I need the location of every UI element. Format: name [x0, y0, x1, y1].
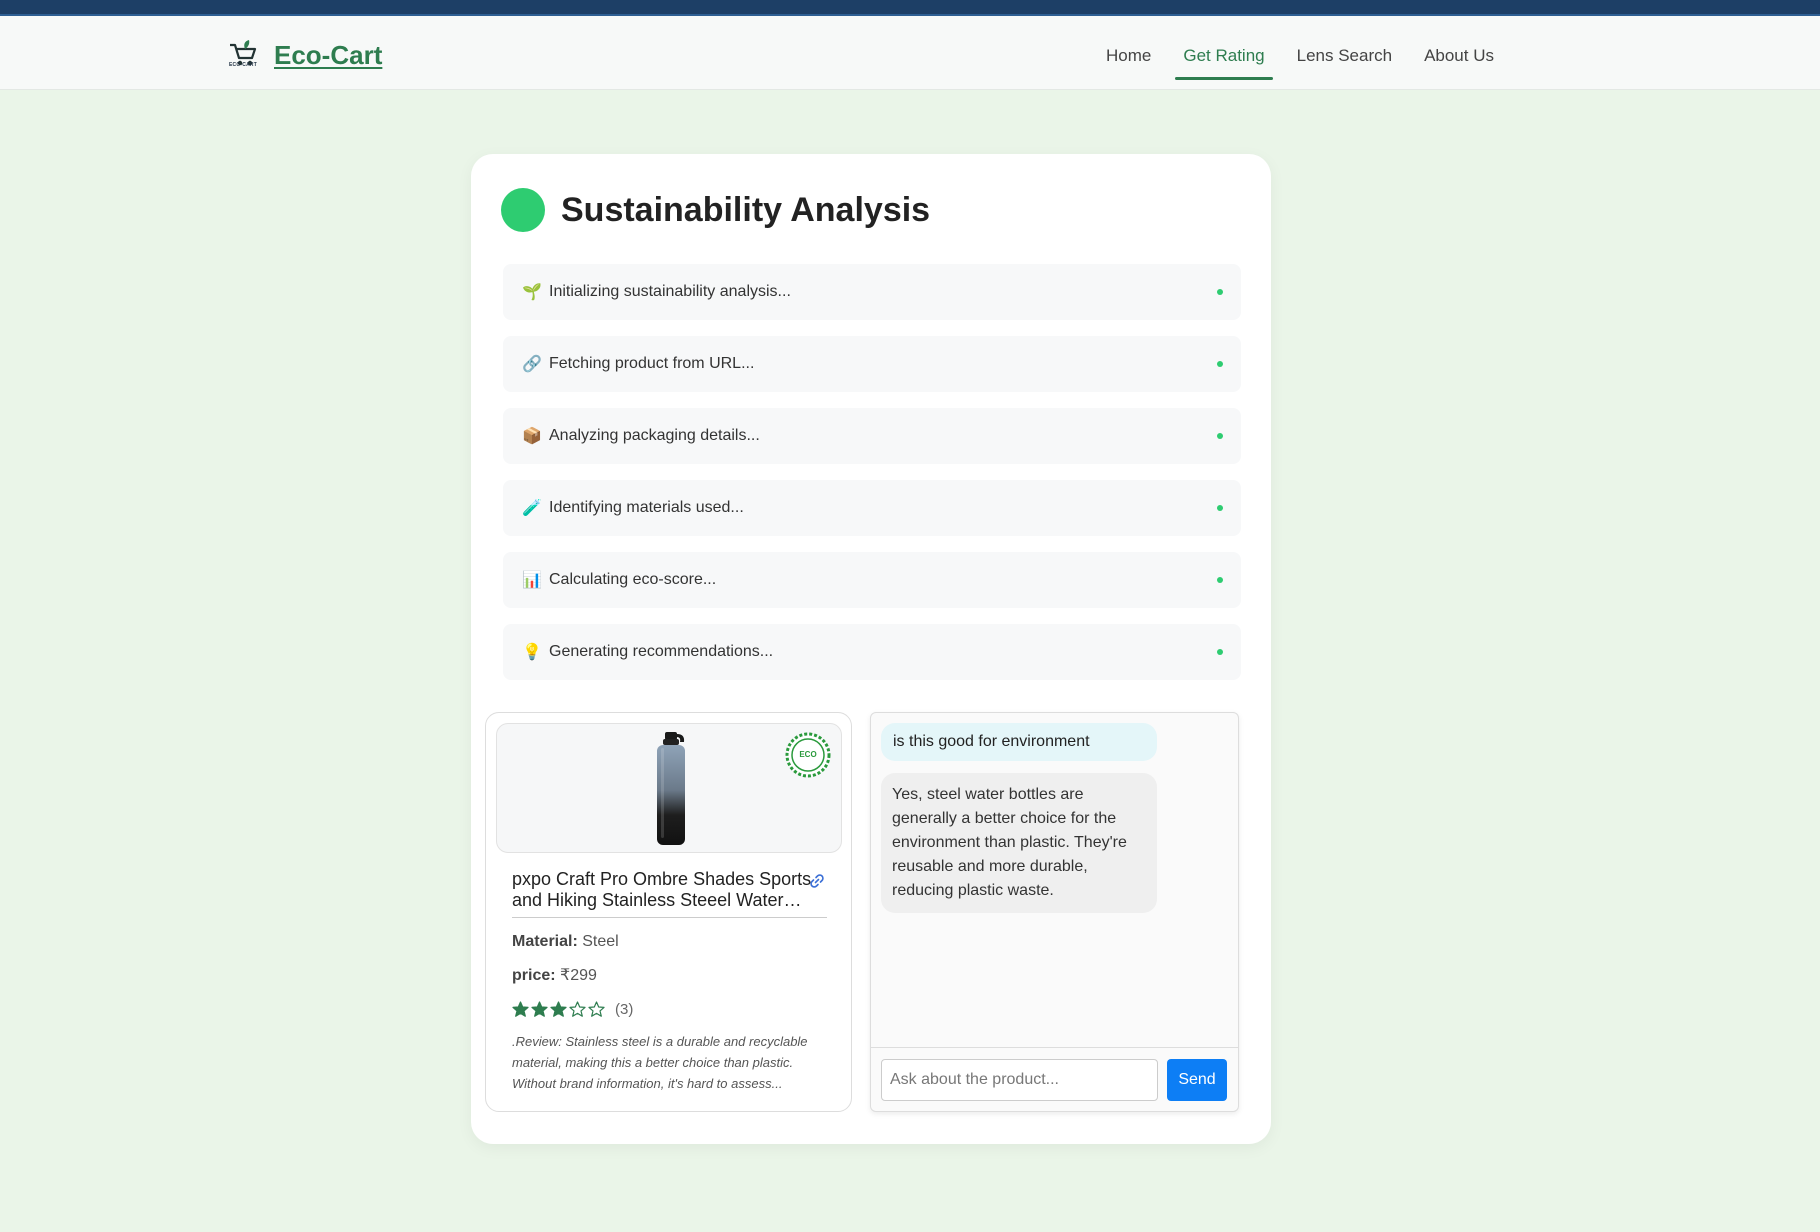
step-status-dot — [1217, 361, 1223, 367]
browser-top-strip — [0, 0, 1820, 16]
product-image: ECO — [496, 723, 842, 853]
status-indicator-icon — [501, 188, 545, 232]
nav-home[interactable]: Home — [1090, 32, 1167, 80]
navbar: ECO-CART Eco-Cart Home Get Rating Lens S… — [0, 16, 1820, 90]
brand-name-link[interactable]: Eco-Cart — [274, 40, 382, 71]
analysis-steps: 🌱 Initializing sustainability analysis..… — [503, 264, 1241, 696]
star-filled-icon — [550, 1001, 567, 1017]
step-label: Fetching product from URL... — [549, 355, 755, 372]
package-icon: 📦 — [522, 428, 542, 445]
star-filled-icon — [531, 1001, 548, 1017]
star-empty-icon — [588, 1001, 605, 1017]
nav-get-rating[interactable]: Get Rating — [1167, 32, 1280, 80]
step-initializing: 🌱 Initializing sustainability analysis..… — [503, 264, 1241, 320]
cart-logo-icon: ECO-CART — [226, 38, 260, 72]
product-card: ECO pxpo Craft Pro Ombre Shades Sports a… — [485, 712, 852, 1112]
star-filled-icon — [512, 1001, 529, 1017]
step-label: Initializing sustainability analysis... — [549, 283, 791, 300]
link-icon: 🔗 — [522, 356, 542, 373]
eco-badge-icon: ECO — [785, 732, 831, 778]
logo-text: ECO-CART — [229, 62, 257, 68]
nav-about-us[interactable]: About Us — [1408, 32, 1510, 80]
step-status-dot — [1217, 577, 1223, 583]
product-title: pxpo Craft Pro Ombre Shades Sports and H… — [512, 869, 812, 910]
price-label: price: — [512, 967, 556, 984]
step-status-dot — [1217, 505, 1223, 511]
step-label: Generating recommendations... — [549, 643, 774, 660]
brand[interactable]: ECO-CART Eco-Cart — [226, 38, 382, 72]
step-label: Analyzing packaging details... — [549, 427, 760, 444]
chat-panel: is this good for environment Yes, steel … — [870, 712, 1239, 1112]
send-button[interactable]: Send — [1167, 1059, 1227, 1101]
step-label: Identifying materials used... — [549, 499, 744, 516]
nav-lens-search[interactable]: Lens Search — [1281, 32, 1408, 80]
star-empty-icon — [569, 1001, 586, 1017]
chat-input[interactable] — [881, 1059, 1158, 1101]
step-status-dot — [1217, 289, 1223, 295]
divider — [512, 917, 827, 918]
material-value: Steel — [577, 933, 619, 950]
step-materials: 🧪 Identifying materials used... — [503, 480, 1241, 536]
rating-count: (3) — [615, 1001, 634, 1018]
analysis-header: Sustainability Analysis — [501, 188, 930, 232]
bot-message: Yes, steel water bottles are generally a… — [881, 773, 1157, 913]
main-nav: Home Get Rating Lens Search About Us — [1090, 32, 1510, 80]
star-rating: (3) — [512, 1001, 633, 1018]
product-price: price: ₹299 — [512, 965, 597, 985]
step-label: Calculating eco-score... — [549, 571, 717, 588]
step-fetching: 🔗 Fetching product from URL... — [503, 336, 1241, 392]
step-status-dot — [1217, 433, 1223, 439]
external-link-icon[interactable] — [809, 873, 825, 889]
seedling-icon: 🌱 — [522, 284, 542, 301]
page-title: Sustainability Analysis — [561, 190, 931, 229]
step-packaging: 📦 Analyzing packaging details... — [503, 408, 1241, 464]
light-bulb-icon: 💡 — [522, 644, 542, 661]
step-recommendations: 💡 Generating recommendations... — [503, 624, 1241, 680]
chat-footer: Send — [871, 1047, 1238, 1111]
material-label: Material: — [512, 933, 578, 950]
analysis-card: Sustainability Analysis 🌱 Initializing s… — [471, 154, 1271, 1144]
step-status-dot — [1217, 649, 1223, 655]
price-value: ₹299 — [555, 967, 597, 984]
step-eco-score: 📊 Calculating eco-score... — [503, 552, 1241, 608]
test-tube-icon: 🧪 — [522, 500, 542, 517]
water-bottle-image — [657, 732, 685, 845]
product-material: Material: Steel — [512, 933, 619, 951]
bar-chart-icon: 📊 — [522, 572, 542, 589]
eco-badge-text: ECO — [799, 750, 816, 759]
user-message: is this good for environment — [881, 723, 1157, 761]
product-review: .Review: Stainless steel is a durable an… — [512, 1034, 808, 1091]
